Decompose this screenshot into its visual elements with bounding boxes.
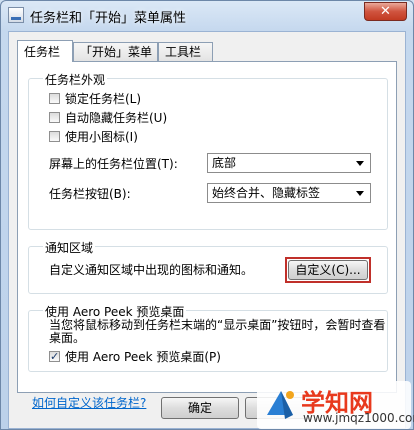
ok-button[interactable]: 确定	[161, 397, 239, 419]
watermark-logo-icon	[267, 391, 294, 419]
close-button[interactable]: ✕	[364, 2, 407, 21]
tab-toolbars[interactable]: 工具栏	[158, 42, 213, 61]
taskbar-location-value: 底部	[212, 156, 237, 170]
tab-panel-taskbar: 任务栏外观 锁定任务栏(L) 自动隐藏任务栏(U) 使用小图标(I) 屏幕上的任…	[17, 61, 397, 410]
aero-peek-option[interactable]: 使用 Aero Peek 预览桌面(P)	[49, 349, 221, 365]
location-label: 屏幕上的任务栏位置(T):	[49, 157, 178, 171]
autohide-checkbox[interactable]	[49, 112, 60, 123]
dialog-window: 任务栏和「开始」菜单属性 ✕ 任务栏 「开始」菜单 工具栏 任务栏外观 锁定任务…	[0, 0, 414, 430]
dialog-content: 任务栏 「开始」菜单 工具栏 任务栏外观 锁定任务栏(L) 自动隐藏任务栏(U)…	[8, 31, 406, 429]
lock-taskbar-option[interactable]: 锁定任务栏(L)	[49, 91, 141, 107]
taskbar-location-select[interactable]: 底部	[207, 153, 371, 173]
tab-start-menu[interactable]: 「开始」菜单	[73, 42, 158, 61]
taskbar-appearance-group: 任务栏外观 锁定任务栏(L) 自动隐藏任务栏(U) 使用小图标(I) 屏幕上的任…	[28, 71, 388, 230]
lock-taskbar-label: 锁定任务栏(L)	[65, 92, 142, 106]
watermark-url: www.jmqz1000.com	[303, 411, 414, 425]
notification-description: 自定义通知区域中出现的图标和通知。	[49, 263, 254, 277]
aero-peek-group: 使用 Aero Peek 预览桌面 当您将鼠标移动到任务栏末端的“显示桌面”按钮…	[28, 303, 388, 372]
notification-area-group: 通知区域 自定义通知区域中出现的图标和通知。 自定义(C)...	[28, 239, 388, 294]
small-icons-option[interactable]: 使用小图标(I)	[49, 129, 138, 145]
small-icons-label: 使用小图标(I)	[65, 130, 138, 144]
autohide-label: 自动隐藏任务栏(U)	[65, 111, 168, 125]
taskbar-buttons-value: 始终合并、隐藏标签	[212, 186, 321, 200]
lock-taskbar-checkbox[interactable]	[49, 93, 60, 104]
tab-taskbar[interactable]: 任务栏	[17, 40, 73, 62]
taskbar-app-icon	[8, 7, 24, 23]
taskbar-buttons-select[interactable]: 始终合并、隐藏标签	[207, 183, 371, 203]
small-icons-checkbox[interactable]	[49, 131, 60, 142]
aero-peek-checkbox[interactable]	[49, 349, 60, 365]
close-icon: ✕	[380, 4, 391, 19]
group-title-notification: 通知区域	[43, 239, 96, 256]
title-bar[interactable]: 任务栏和「开始」菜单属性 ✕	[1, 1, 413, 29]
chevron-down-icon	[356, 191, 364, 196]
buttons-label: 任务栏按钮(B):	[49, 187, 131, 201]
aero-peek-description: 当您将鼠标移动到任务栏末端的“显示桌面”按钮时，会暂时查看桌面。	[49, 318, 386, 345]
chevron-down-icon	[356, 161, 364, 166]
site-watermark: 学知网 www.jmqz1000.com	[257, 381, 414, 429]
group-title-appearance: 任务栏外观	[43, 71, 108, 88]
aero-peek-label: 使用 Aero Peek 预览桌面(P)	[65, 350, 221, 364]
autohide-option[interactable]: 自动隐藏任务栏(U)	[49, 110, 167, 126]
help-link[interactable]: 如何自定义该任务栏?	[32, 394, 146, 411]
customize-button[interactable]: 自定义(C)...	[288, 260, 368, 280]
window-title: 任务栏和「开始」菜单属性	[30, 11, 187, 26]
